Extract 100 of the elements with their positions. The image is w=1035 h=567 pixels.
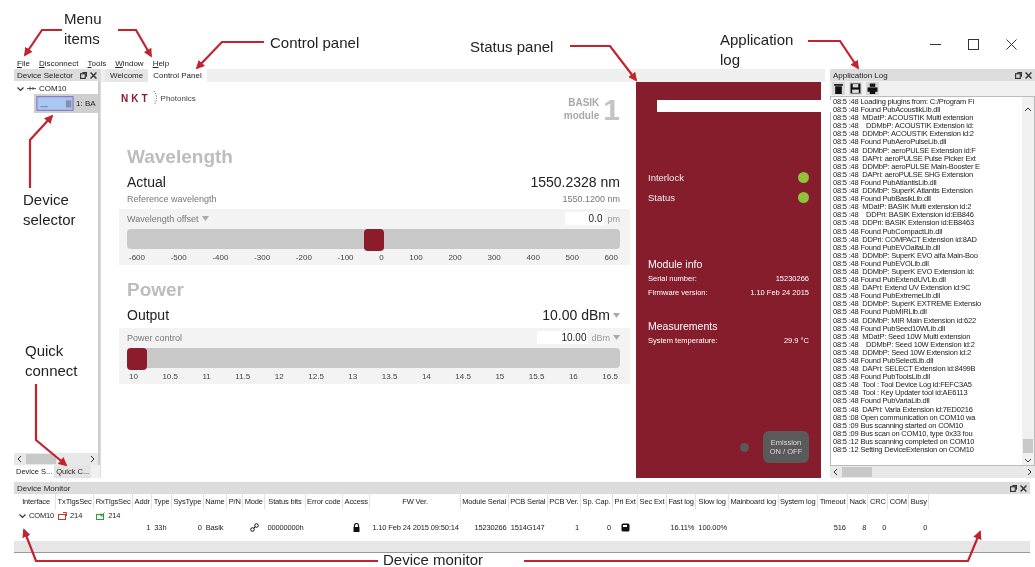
tick-label: 14.5 (455, 372, 471, 381)
dotted-arc-icon (152, 90, 159, 106)
tab[interactable]: Control Panel (148, 69, 207, 82)
slider-thumb[interactable] (363, 229, 384, 251)
field-label: Output (127, 307, 170, 323)
save-icon[interactable] (849, 82, 862, 95)
tick-label: -300 (254, 253, 271, 262)
module-label: module (563, 109, 600, 122)
tick-label: 13 (348, 372, 358, 381)
close-icon[interactable] (90, 71, 97, 79)
tick-label: 500 (565, 253, 579, 262)
menu-item[interactable]: Window (115, 58, 144, 68)
print-icon[interactable] (866, 82, 879, 95)
tick-label: 15 (495, 372, 505, 381)
logo-mark: NKT (121, 92, 151, 104)
tick-label: 200 (448, 253, 462, 262)
logo-text: Photonics (160, 93, 196, 103)
tick-label: -500 (170, 253, 187, 262)
tick-label: -100 (337, 253, 354, 262)
tick-label: 0 (379, 253, 384, 262)
tick-label: 14 (421, 372, 431, 381)
callout-label: Device selector (23, 190, 77, 230)
unit-label: pm (607, 213, 620, 224)
tick-label: 12.5 (308, 372, 324, 381)
panel-title: Device Monitor (17, 483, 71, 493)
chevron-icon[interactable] (17, 85, 24, 92)
horizontal-scrollbar[interactable] (14, 453, 98, 465)
tick-label: 12 (274, 372, 284, 381)
callout-label: Menu items (64, 9, 103, 49)
tick-label: 100 (409, 253, 423, 262)
reading: 1550.1200 nm (562, 194, 620, 204)
horizontal-scrollbar[interactable] (830, 466, 1035, 478)
tick-label: 11.5 (235, 372, 251, 381)
callout-arrow (24, 28, 62, 57)
trash-icon[interactable] (832, 82, 845, 95)
section-title: Measurements (648, 320, 719, 332)
receive-icon (96, 511, 106, 520)
section-title: Power (127, 279, 186, 302)
horizontal-scrollbar[interactable] (14, 541, 1030, 552)
reading: 1550.2328 nm (530, 174, 620, 190)
indicator-label: Interlock (648, 172, 684, 183)
float-icon[interactable] (1010, 484, 1017, 492)
link-icon (249, 523, 259, 532)
field-label: Reference wavelength (127, 194, 217, 204)
callout-arrow (808, 39, 859, 70)
tree-item[interactable]: COM10 (39, 84, 67, 93)
menu-item[interactable]: Disconnect (38, 58, 79, 68)
module-icon (621, 523, 631, 532)
close-icon[interactable] (1025, 71, 1032, 79)
indicator-label: Status (648, 192, 675, 203)
callout-label: Status panel (470, 37, 555, 57)
tick-label: 16 (568, 372, 578, 381)
send-icon (58, 511, 68, 520)
slider-thumb[interactable] (127, 348, 147, 370)
section-title: Wavelength (127, 146, 234, 169)
tick-label: 15.5 (528, 372, 545, 381)
callout-arrow (570, 44, 638, 82)
float-icon[interactable] (80, 71, 87, 79)
float-icon[interactable] (1015, 71, 1022, 79)
section-title: Module info (648, 258, 704, 270)
maximize-icon[interactable] (968, 39, 979, 50)
menu-item[interactable]: File (17, 58, 30, 68)
callout-label: Application log (720, 30, 795, 70)
field-label: Actual (127, 174, 166, 190)
scroll-thumb[interactable] (842, 467, 872, 477)
callout-arrow (195, 40, 264, 70)
tab[interactable]: Welcome (105, 69, 149, 82)
panel-title: Application Log (833, 70, 888, 80)
vertical-scrollbar[interactable] (1022, 97, 1034, 465)
callout-arrow (118, 28, 152, 58)
callout-label: Quick connect (25, 341, 79, 381)
tick-label: -400 (212, 253, 229, 262)
menu-item[interactable]: Tools (87, 58, 107, 68)
connector-icon (27, 86, 36, 91)
callout-label: Device monitor (383, 550, 485, 567)
tick-label: 600 (604, 253, 618, 262)
module-number: 1 (603, 96, 620, 124)
field-label: Power control (127, 332, 183, 343)
tick-label: -200 (295, 253, 312, 262)
close-icon[interactable] (1006, 39, 1017, 50)
scroll-down-icon[interactable] (1023, 457, 1033, 465)
tick-label: 10 (129, 372, 138, 381)
tick-label: 10.5 (162, 372, 178, 381)
chevron-icon[interactable] (19, 512, 26, 519)
value-field[interactable]: 10.00 (537, 331, 589, 344)
tick-label: 16.5 (602, 372, 618, 381)
device-thumbnail-icon (36, 95, 74, 112)
module-name: BASIK (568, 96, 600, 109)
scroll-up-icon[interactable] (1023, 105, 1033, 113)
close-icon[interactable] (1020, 484, 1027, 492)
slider-track[interactable] (127, 348, 620, 368)
tick-label: 13.5 (381, 372, 398, 381)
scroll-thumb[interactable] (26, 454, 56, 464)
scroll-thumb[interactable] (1023, 439, 1033, 453)
tick-label: 11 (202, 372, 211, 381)
tree-item[interactable]: 1: BA (34, 94, 98, 113)
value-field[interactable]: 0.0 (564, 212, 605, 225)
panel-title: Device Selector (17, 70, 74, 80)
slider-track[interactable] (127, 229, 620, 249)
menu-item[interactable]: Help (152, 58, 170, 68)
